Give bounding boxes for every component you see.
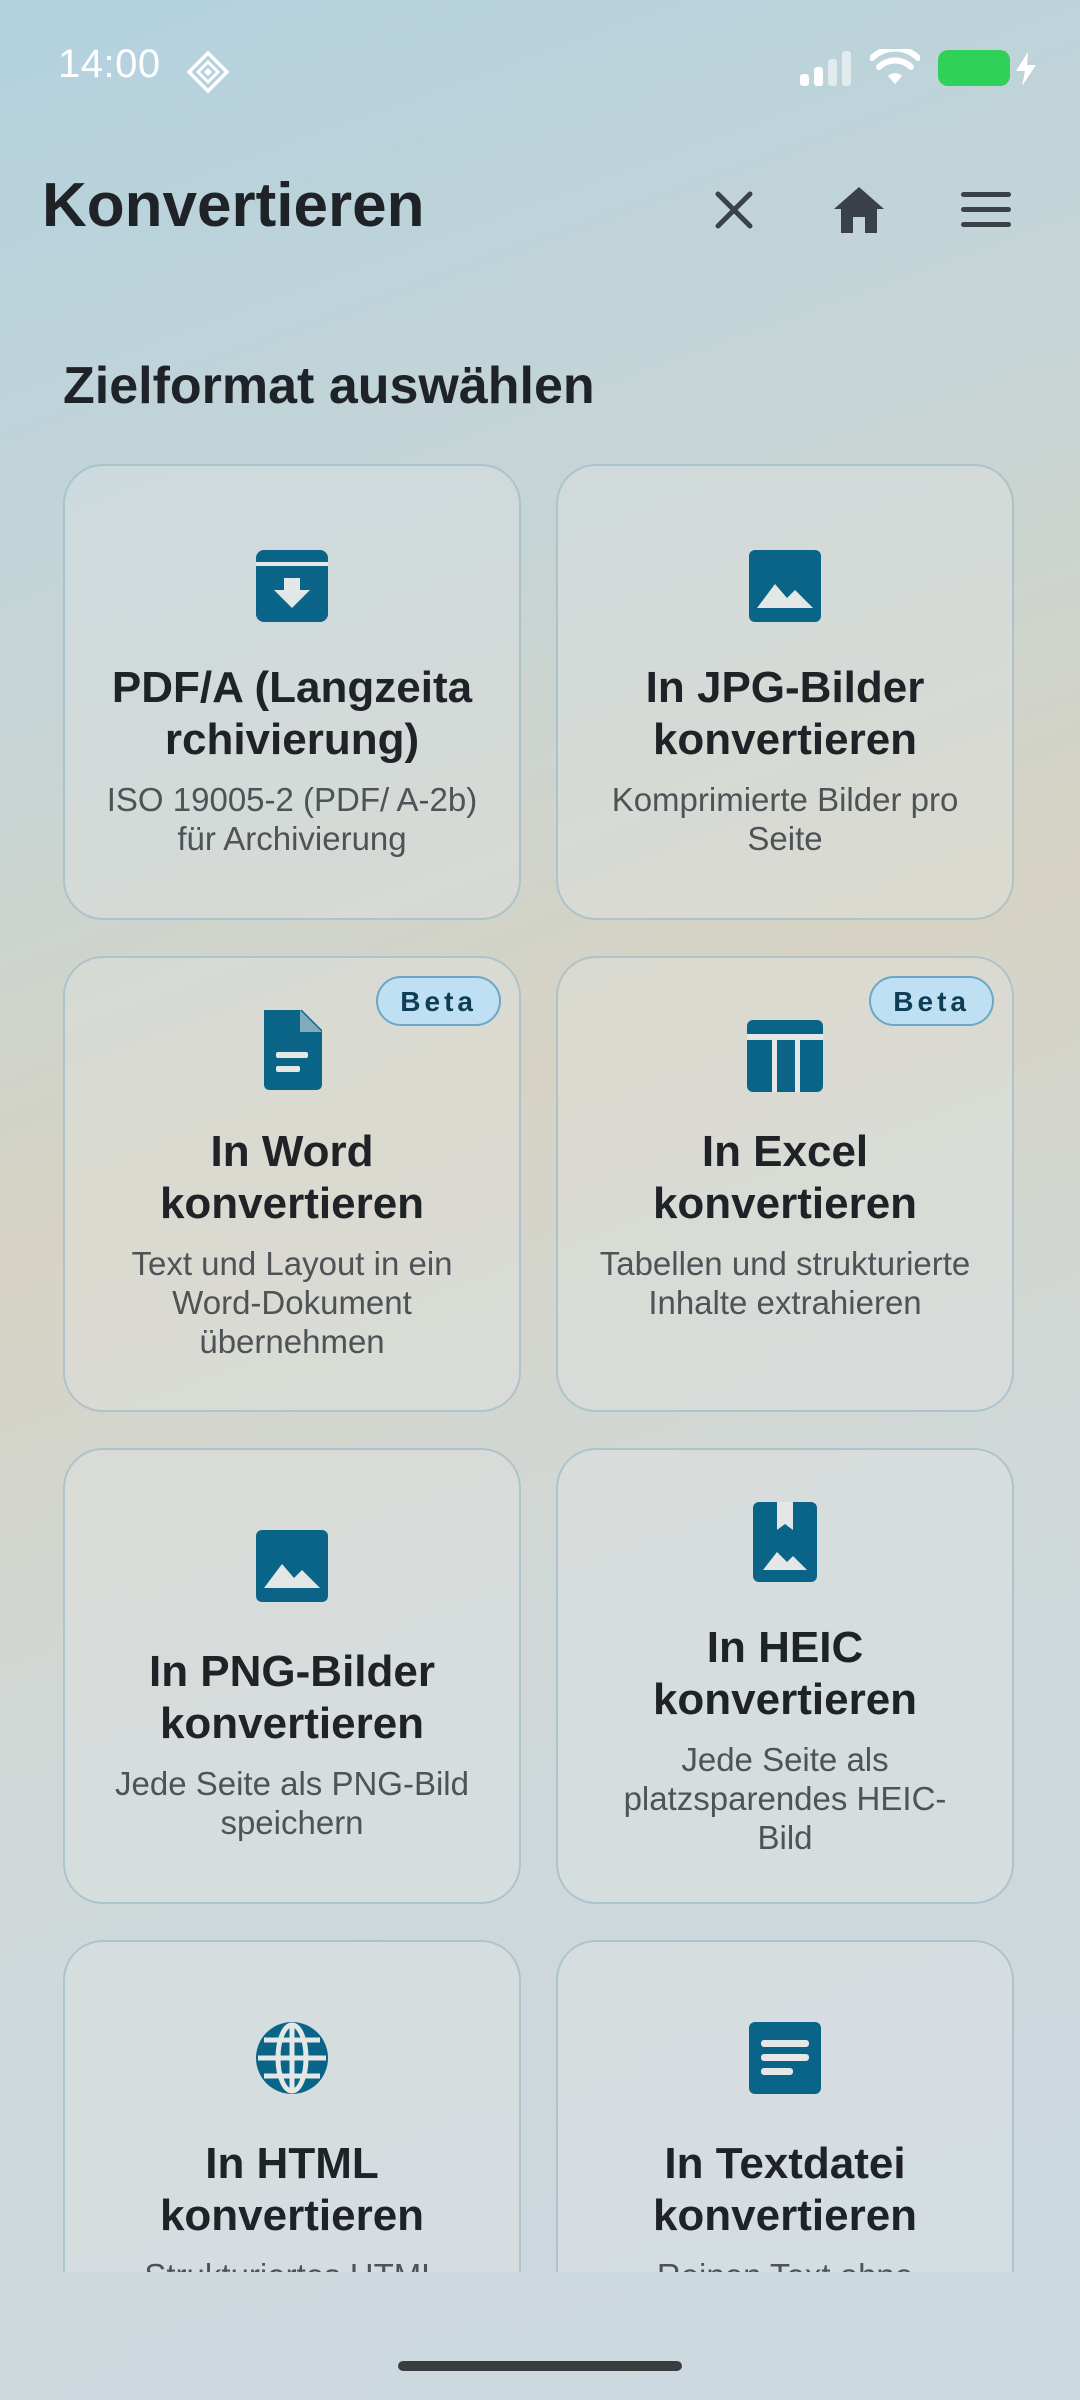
card-heic[interactable]: In HEIC konvertieren Jede Seite als plat… [556,1448,1014,1904]
card-png[interactable]: In PNG-Bilder konvertieren Jede Seite al… [63,1448,521,1904]
card-title: In HTML konvertieren [159,2139,425,2240]
card-textfile[interactable]: In Textdatei konvertieren Reinen Text oh… [556,1940,1014,2272]
card-word[interactable]: Beta In Word konvertieren Text und Layou… [63,956,521,1412]
card-title: In Textdatei konvertieren [652,2139,918,2240]
home-indicator[interactable] [398,2361,682,2371]
archive-icon [256,550,328,622]
card-title: PDF/A (Langzeita rchivierung) [111,663,473,764]
card-title: In PNG-Bilder konvertieren [148,1647,436,1748]
card-jpg[interactable]: In JPG-Bilder konvertieren Komprimierte … [556,464,1014,920]
beta-badge: Beta [376,976,501,1026]
photo-portrait-icon [753,1502,817,1582]
hamburger-menu-icon [961,192,1011,227]
menu-button[interactable] [948,172,1024,248]
focus-diamond-icon [186,50,230,94]
wifi-icon [870,49,920,84]
text-file-icon [749,2022,821,2094]
beta-badge: Beta [869,976,994,1026]
battery-icon [938,50,1036,86]
close-icon [715,191,753,229]
charging-bolt-icon [1016,52,1036,86]
card-description: Strukturiertes HTML [105,2256,479,2272]
status-bar: 14:00 [0,0,1080,135]
format-grid: PDF/A (Langzeita rchivierung) ISO 19005-… [0,462,1080,2272]
card-pdfa[interactable]: PDF/A (Langzeita rchivierung) ISO 19005-… [63,464,521,920]
card-description: Jede Seite als PNG-Bild speichern [115,1765,469,1841]
card-description: Tabellen und strukturierte Inhalte extra… [599,1245,971,1321]
card-title: In Word konvertieren [159,1127,425,1228]
close-button[interactable] [696,172,772,248]
card-description: ISO 19005-2 (PDF/ A-2b) für Archivierung [106,781,478,857]
card-description: Text und Layout in ein Word-Dokument übe… [131,1245,453,1360]
status-time: 14:00 [58,42,161,86]
globe-icon [256,2022,328,2094]
image-icon [256,1530,328,1602]
table-icon [747,1020,823,1092]
card-excel[interactable]: Beta In Excel konvertieren Tabellen und … [556,956,1014,1412]
app-header: Konvertieren [0,160,1080,260]
card-html[interactable]: In HTML konvertieren Strukturiertes HTML [63,1940,521,2272]
card-title: In Excel konvertieren [652,1127,918,1228]
section-title: Zielformat auswählen [63,357,595,415]
card-description: Komprimierte Bilder pro Seite [611,781,959,857]
signal-icon [800,51,851,86]
document-icon [264,1010,322,1090]
home-icon [834,187,884,233]
card-title: In JPG-Bilder konvertieren [645,663,925,764]
card-description: Jede Seite als platzsparendes HEIC-Bild [623,1741,947,1856]
page-title: Konvertieren [42,171,425,240]
home-button[interactable] [821,172,897,248]
card-description: Reinen Text ohne [598,2256,972,2272]
image-icon [749,550,821,622]
card-title: In HEIC konvertieren [652,1623,918,1724]
